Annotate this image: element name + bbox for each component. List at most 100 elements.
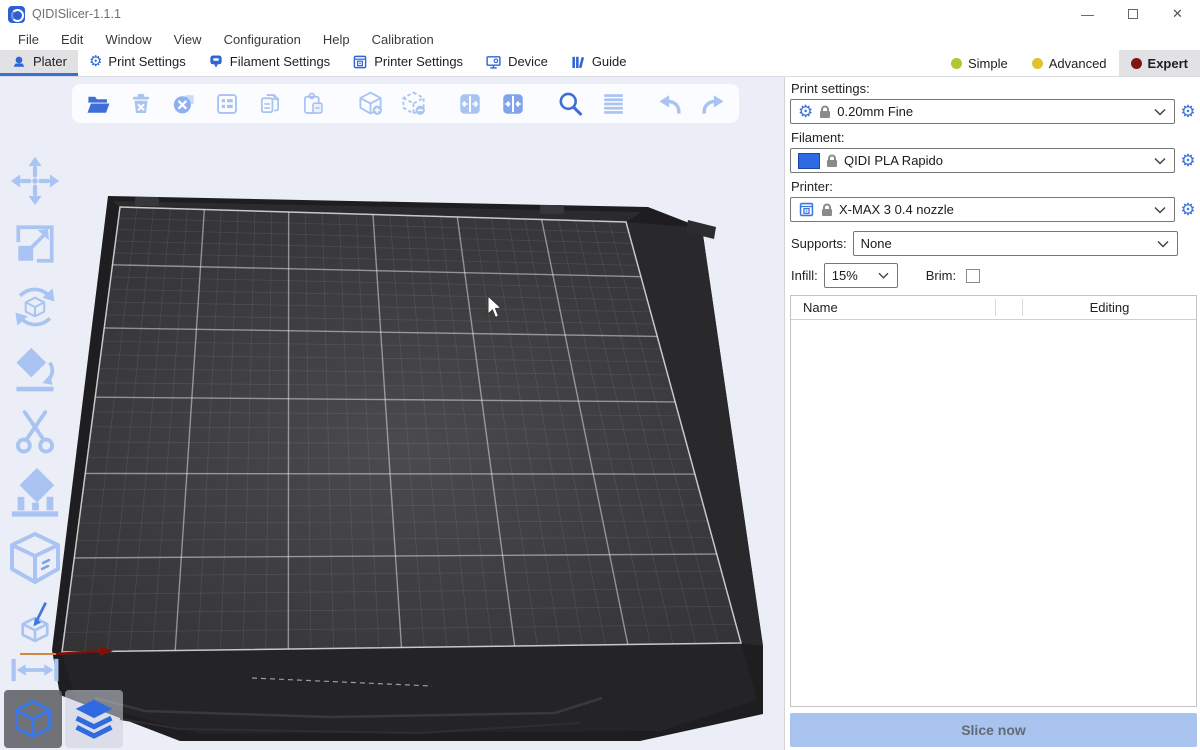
preview-view-button[interactable]: [65, 690, 123, 748]
mode-advanced[interactable]: Advanced: [1020, 50, 1119, 76]
column-name: Name: [791, 300, 838, 315]
undo-button[interactable]: [656, 90, 684, 118]
cut-tool-button[interactable]: [11, 407, 59, 455]
object-list-body[interactable]: [791, 320, 1196, 706]
split-to-objects-button[interactable]: [456, 90, 484, 118]
place-on-face-tool-button[interactable]: [9, 344, 61, 396]
menu-item-edit[interactable]: Edit: [51, 30, 93, 49]
menu-item-calibration[interactable]: Calibration: [362, 30, 444, 49]
add-instance-button[interactable]: [356, 90, 384, 118]
tab-guide[interactable]: Guide: [559, 50, 638, 76]
move-tool-button[interactable]: [9, 155, 61, 207]
printer-icon: [352, 54, 368, 70]
delete-trash-icon: [128, 91, 154, 117]
chevron-down-icon: [1153, 107, 1167, 117]
delete-button[interactable]: [127, 90, 155, 118]
filament-gear-button[interactable]: ⚙: [1179, 151, 1197, 171]
place-on-face-icon: [9, 344, 61, 396]
tab-plater[interactable]: Plater: [0, 50, 78, 76]
gear-icon: ⚙: [89, 54, 102, 69]
remove-instance-button[interactable]: [399, 90, 427, 118]
printer-gear-button[interactable]: ⚙: [1179, 200, 1197, 220]
simple-mode-dot-icon: [951, 58, 962, 69]
tab-printer-settings[interactable]: Printer Settings: [341, 50, 474, 76]
bed-clip: [540, 205, 564, 214]
menu-item-view[interactable]: View: [164, 30, 212, 49]
printer-label: Printer:: [791, 179, 1197, 194]
3d-editor-view-button[interactable]: [4, 690, 62, 748]
undo-icon: [656, 89, 684, 119]
redo-button[interactable]: [699, 90, 727, 118]
app-window: QIDISlicer-1.1.1 — ✕ File Edit Window Vi…: [0, 0, 1200, 750]
filament-icon: [208, 53, 224, 70]
menu-item-help[interactable]: Help: [313, 30, 360, 49]
tab-label: Filament Settings: [230, 54, 330, 69]
search-button[interactable]: [556, 90, 584, 118]
filament-dropdown[interactable]: QIDI PLA Rapido: [790, 148, 1175, 173]
search-icon: [556, 90, 584, 118]
tab-print-settings[interactable]: ⚙ Print Settings: [78, 50, 197, 76]
scale-tool-button[interactable]: [9, 218, 61, 270]
filament-value: QIDI PLA Rapido: [844, 153, 1147, 168]
minimize-button[interactable]: —: [1065, 0, 1110, 28]
column-editing: Editing: [1023, 300, 1196, 315]
copy-icon: [257, 91, 283, 117]
move-icon: [9, 155, 61, 207]
close-button[interactable]: ✕: [1155, 0, 1200, 28]
arrange-button[interactable]: [213, 90, 241, 118]
menu-item-window[interactable]: Window: [95, 30, 161, 49]
object-list-header: Name Editing: [791, 296, 1196, 320]
object-list[interactable]: Name Editing: [790, 295, 1197, 707]
open-folder-button[interactable]: [84, 90, 112, 118]
paste-button[interactable]: [299, 90, 327, 118]
brim-label: Brim:: [926, 268, 956, 283]
slice-now-button[interactable]: Slice now: [790, 713, 1197, 747]
brim-checkbox[interactable]: [966, 269, 980, 283]
infill-label: Infill:: [791, 268, 818, 283]
rotate-tool-button[interactable]: [9, 281, 61, 333]
seam-painting-tool-button[interactable]: [7, 531, 63, 587]
mmu-painting-tool-button[interactable]: [13, 598, 57, 644]
menu-item-file[interactable]: File: [8, 30, 49, 49]
split-to-objects-icon: [457, 91, 483, 117]
filament-label: Filament:: [791, 130, 1197, 145]
variable-layer-height-button[interactable]: [599, 90, 627, 118]
advanced-mode-dot-icon: [1032, 58, 1043, 69]
books-icon: [570, 54, 586, 70]
measure-tool-button[interactable]: [9, 655, 61, 685]
mode-label: Expert: [1148, 56, 1188, 71]
paint-on-supports-tool-button[interactable]: [8, 466, 62, 520]
printer-dropdown[interactable]: X-MAX 3 0.4 nozzle: [790, 197, 1175, 222]
copy-button[interactable]: [256, 90, 284, 118]
mode-expert[interactable]: Expert: [1119, 50, 1200, 76]
top-toolbar: [72, 84, 739, 123]
lock-icon: [826, 154, 838, 168]
redo-icon: [699, 89, 727, 119]
infill-dropdown[interactable]: 15%: [824, 263, 898, 288]
delete-all-button[interactable]: [170, 90, 198, 118]
cut-scissors-icon: [11, 407, 59, 455]
split-to-parts-icon: [500, 91, 526, 117]
supports-dropdown[interactable]: None: [853, 231, 1178, 256]
lock-icon: [819, 105, 831, 119]
supports-label: Supports:: [791, 236, 847, 251]
print-settings-dropdown[interactable]: ⚙ 0.20mm Fine: [790, 99, 1175, 124]
left-toolbar: [6, 155, 64, 685]
split-to-parts-button[interactable]: [499, 90, 527, 118]
column-separator: [995, 299, 996, 316]
settings-sidebar: Print settings: ⚙ 0.20mm Fine ⚙ Filament…: [785, 77, 1200, 750]
tab-device[interactable]: Device: [474, 50, 559, 76]
tab-filament-settings[interactable]: Filament Settings: [197, 50, 341, 76]
print-settings-gear-button[interactable]: ⚙: [1179, 102, 1197, 122]
expert-mode-dot-icon: [1131, 58, 1142, 69]
maximize-button[interactable]: [1110, 0, 1155, 28]
print-settings-label: Print settings:: [791, 81, 1197, 96]
tab-label: Device: [508, 54, 548, 69]
bed-clip: [135, 197, 159, 206]
menu-item-configuration[interactable]: Configuration: [214, 30, 311, 49]
mode-simple[interactable]: Simple: [939, 50, 1020, 76]
viewport-3d[interactable]: [0, 77, 785, 750]
arrange-icon: [214, 91, 240, 117]
tab-label: Print Settings: [108, 54, 185, 69]
paste-icon: [300, 91, 326, 117]
